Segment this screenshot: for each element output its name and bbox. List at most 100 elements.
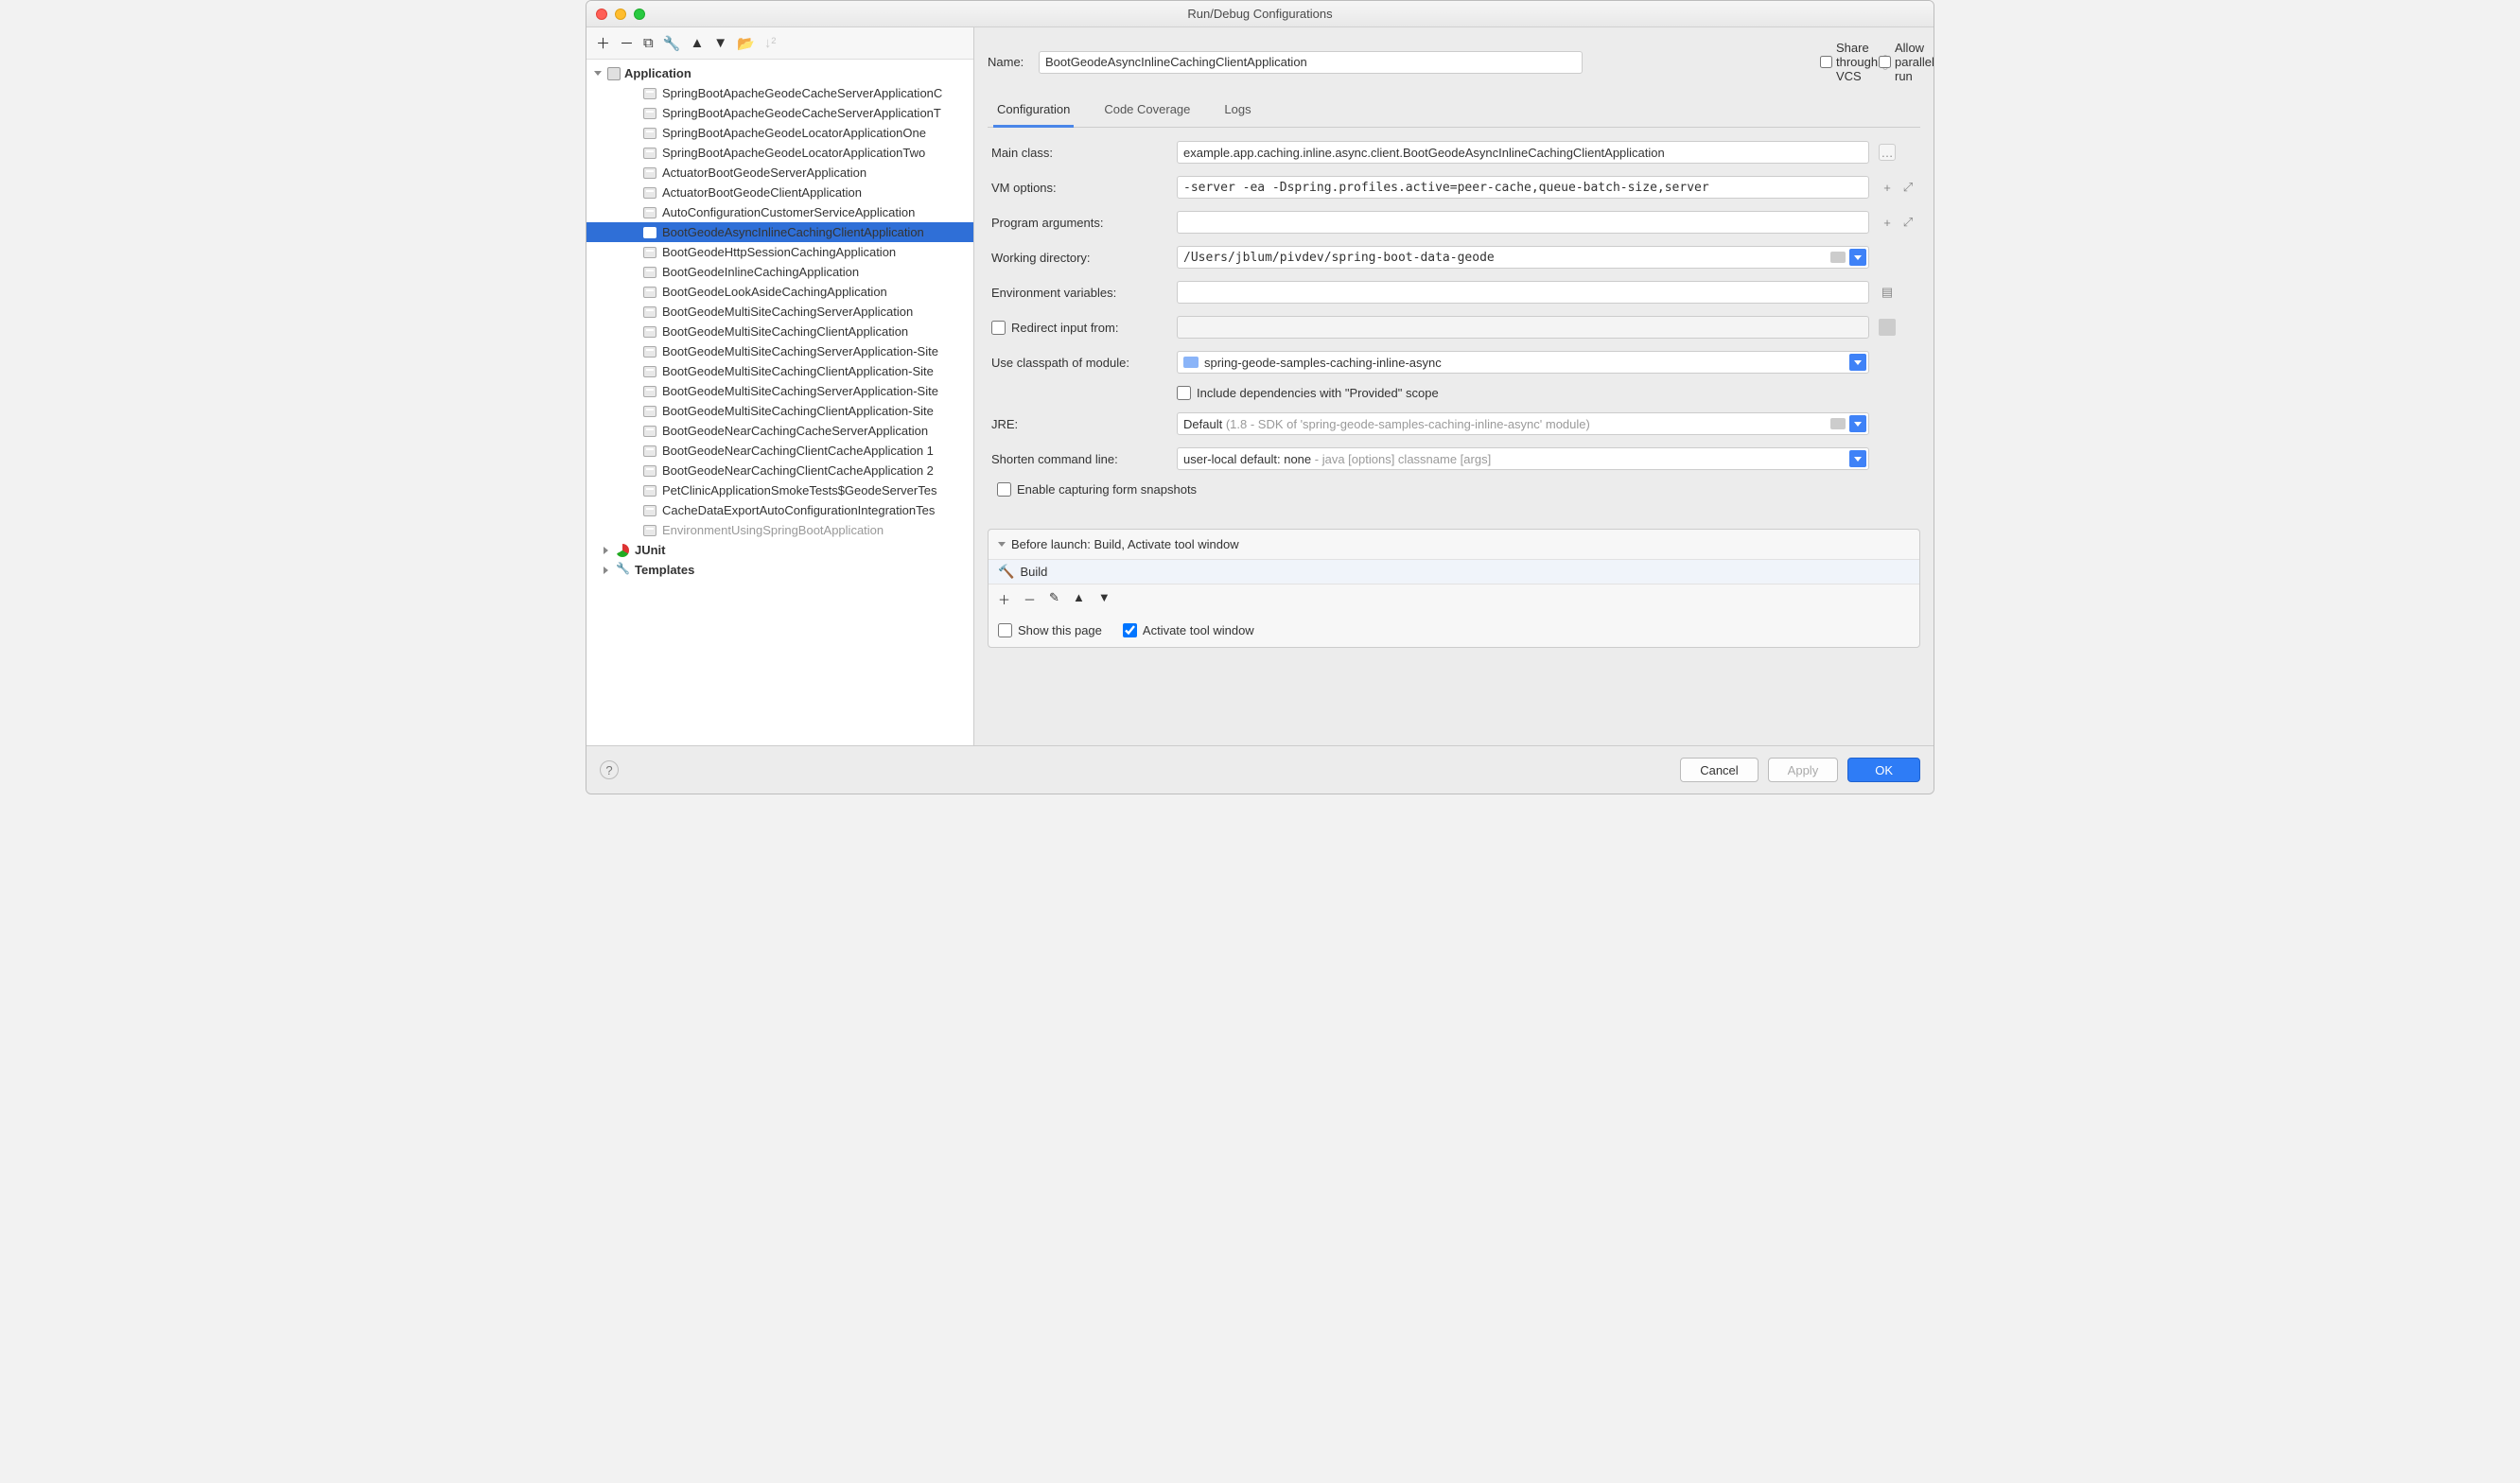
program-args-label: Program arguments: <box>991 216 1171 230</box>
file-icon <box>643 128 656 139</box>
show-page-check[interactable]: Show this page <box>998 623 1102 637</box>
chevron-down-icon[interactable] <box>1849 450 1866 467</box>
file-icon <box>643 445 656 457</box>
folder-icon[interactable] <box>1830 418 1846 429</box>
file-icon <box>643 227 656 238</box>
chevron-down-icon[interactable] <box>1849 354 1866 371</box>
tree-node-templates[interactable]: Templates <box>586 560 973 580</box>
tree-item[interactable]: SpringBootApacheGeodeCacheServerApplicat… <box>586 103 973 123</box>
add-arg-icon[interactable]: + <box>1879 214 1896 231</box>
share-vcs-check[interactable]: Share through VCS ? <box>1820 41 1862 83</box>
snapshots-check[interactable]: Enable capturing form snapshots <box>991 482 1916 497</box>
tree-item[interactable]: BootGeodeNearCachingCacheServerApplicati… <box>586 421 973 441</box>
help-icon[interactable]: ? <box>600 760 619 779</box>
env-vars-label: Environment variables: <box>991 286 1171 300</box>
before-launch-item[interactable]: 🔨 Build <box>989 560 1919 584</box>
tree-item[interactable]: BootGeodeMultiSiteCachingClientApplicati… <box>586 361 973 381</box>
module-icon <box>1183 357 1199 368</box>
browse-main-class-button[interactable]: … <box>1879 144 1896 161</box>
program-args-input[interactable] <box>1177 211 1869 234</box>
tree-item[interactable]: BootGeodeMultiSiteCachingServerApplicati… <box>586 381 973 401</box>
module-select[interactable]: spring-geode-samples-caching-inline-asyn… <box>1177 351 1869 374</box>
tree-item[interactable]: BootGeodeHttpSessionCachingApplication <box>586 242 973 262</box>
file-icon <box>643 485 656 497</box>
before-launch-panel: Before launch: Build, Activate tool wind… <box>988 529 1920 648</box>
edit-icon[interactable]: ✎ <box>1049 590 1059 608</box>
name-input[interactable] <box>1039 51 1583 74</box>
tree-item[interactable]: BootGeodeMultiSiteCachingServerApplicati… <box>586 341 973 361</box>
up-icon[interactable]: ▲ <box>1073 590 1085 608</box>
build-icon: 🔨 <box>998 564 1014 580</box>
folder-icon[interactable] <box>1830 252 1846 263</box>
vm-options-label: VM options: <box>991 181 1171 195</box>
working-dir-input[interactable]: /Users/jblum/pivdev/spring-boot-data-geo… <box>1177 246 1869 269</box>
tree-item[interactable]: SpringBootApacheGeodeCacheServerApplicat… <box>586 83 973 103</box>
jre-select[interactable]: Default (1.8 - SDK of 'spring-geode-samp… <box>1177 412 1869 435</box>
tab-configuration[interactable]: Configuration <box>993 95 1074 128</box>
activate-window-check[interactable]: Activate tool window <box>1123 623 1254 637</box>
tree-item[interactable]: ActuatorBootGeodeServerApplication <box>586 163 973 183</box>
name-label: Name: <box>988 55 1029 69</box>
copy-icon[interactable]: ⧉ <box>643 35 654 51</box>
up-icon[interactable]: ▲ <box>690 35 704 51</box>
chevron-down-icon[interactable] <box>998 542 1006 547</box>
tree-item[interactable]: PetClinicApplicationSmokeTests$GeodeServ… <box>586 480 973 500</box>
cancel-button[interactable]: Cancel <box>1680 758 1758 782</box>
file-icon <box>643 187 656 199</box>
config-tree[interactable]: ApplicationSpringBootApacheGeodeCacheSer… <box>586 60 973 745</box>
tree-item[interactable]: BootGeodeNearCachingClientCacheApplicati… <box>586 461 973 480</box>
file-icon <box>643 267 656 278</box>
wrench-icon[interactable]: 🔧 <box>663 35 681 52</box>
remove-icon[interactable]: － <box>1024 590 1036 608</box>
allow-parallel-check[interactable]: Allow parallel run <box>1879 41 1920 83</box>
ok-button[interactable]: OK <box>1847 758 1920 782</box>
tab-code-coverage[interactable]: Code Coverage <box>1100 95 1194 127</box>
window-title: Run/Debug Configurations <box>586 7 1934 21</box>
add-icon[interactable]: ＋ <box>998 590 1010 608</box>
tree-item[interactable]: ActuatorBootGeodeClientApplication <box>586 183 973 202</box>
expand-icon[interactable]: ⤢ <box>1899 179 1916 196</box>
file-icon <box>643 306 656 318</box>
vm-options-input[interactable] <box>1177 176 1869 199</box>
file-icon <box>643 465 656 477</box>
shorten-select[interactable]: user-local default: none - java [options… <box>1177 447 1869 470</box>
tree-node-junit[interactable]: JUnit <box>586 540 973 560</box>
tree-item[interactable]: AutoConfigurationCustomerServiceApplicat… <box>586 202 973 222</box>
tree-item[interactable]: BootGeodeMultiSiteCachingClientApplicati… <box>586 322 973 341</box>
chevron-down-icon[interactable] <box>1849 249 1866 266</box>
shorten-label: Shorten command line: <box>991 452 1171 466</box>
redirect-input-check[interactable]: Redirect input from: <box>991 321 1171 335</box>
file-icon <box>643 505 656 516</box>
main-class-label: Main class: <box>991 146 1171 160</box>
tree-item[interactable]: BootGeodeAsyncInlineCachingClientApplica… <box>586 222 973 242</box>
file-icon <box>643 426 656 437</box>
chevron-down-icon[interactable] <box>1849 415 1866 432</box>
tree-item[interactable]: BootGeodeNearCachingClientCacheApplicati… <box>586 441 973 461</box>
tree-node-application[interactable]: Application <box>586 63 973 83</box>
down-icon[interactable]: ▼ <box>713 35 727 51</box>
list-icon[interactable]: ▤ <box>1879 284 1896 301</box>
env-vars-input[interactable] <box>1177 281 1869 304</box>
tree-item[interactable]: CacheDataExportAutoConfigurationIntegrat… <box>586 500 973 520</box>
apply-button[interactable]: Apply <box>1768 758 1839 782</box>
tree-item[interactable]: BootGeodeMultiSiteCachingServerApplicati… <box>586 302 973 322</box>
dialog-window: Run/Debug Configurations ＋ － ⧉ 🔧 ▲ ▼ 📂 ↓… <box>586 0 1934 794</box>
titlebar: Run/Debug Configurations <box>586 1 1934 27</box>
add-vm-icon[interactable]: + <box>1879 179 1896 196</box>
tree-item[interactable]: BootGeodeInlineCachingApplication <box>586 262 973 282</box>
tree-item[interactable]: EnvironmentUsingSpringBootApplication <box>586 520 973 540</box>
remove-icon[interactable]: － <box>620 33 634 53</box>
main-class-input[interactable] <box>1177 141 1869 164</box>
folder-icon[interactable]: 📂 <box>737 35 755 52</box>
add-icon[interactable]: ＋ <box>596 33 610 53</box>
tree-item[interactable]: BootGeodeLookAsideCachingApplication <box>586 282 973 302</box>
down-icon[interactable]: ▼ <box>1098 590 1111 608</box>
sort-icon[interactable]: ↓² <box>764 35 777 51</box>
file-icon <box>643 148 656 159</box>
tab-logs[interactable]: Logs <box>1220 95 1254 127</box>
tree-item[interactable]: SpringBootApacheGeodeLocatorApplicationO… <box>586 123 973 143</box>
tree-item[interactable]: BootGeodeMultiSiteCachingClientApplicati… <box>586 401 973 421</box>
include-provided-check[interactable]: Include dependencies with "Provided" sco… <box>1177 386 1869 400</box>
tree-item[interactable]: SpringBootApacheGeodeLocatorApplicationT… <box>586 143 973 163</box>
expand-icon[interactable]: ⤢ <box>1899 214 1916 231</box>
